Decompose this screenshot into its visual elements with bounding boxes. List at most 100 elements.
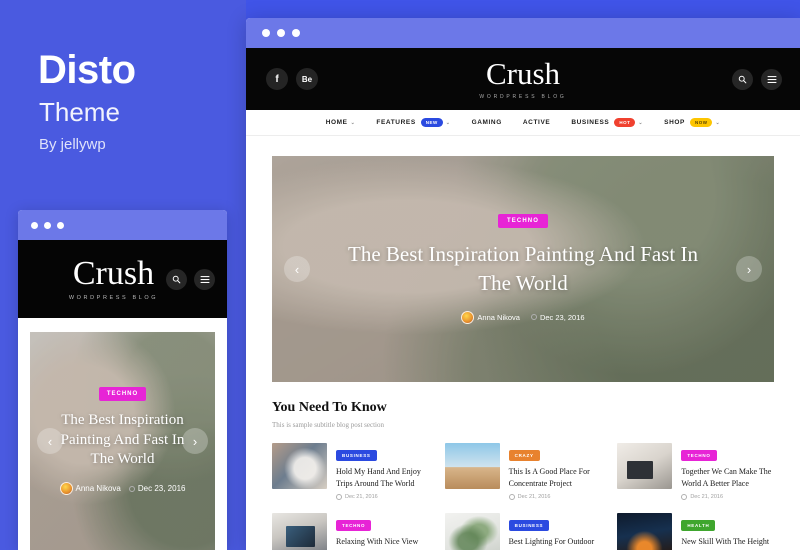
site-logo[interactable]: Crush WORDPRESS BLOG: [479, 58, 566, 100]
mobile-preview-window: Crush WORDPRESS BLOG ‹ › TECHNO The Best…: [18, 210, 227, 550]
nav-item-gaming[interactable]: GAMING: [472, 119, 502, 126]
post-date: Dec 21, 2016: [681, 494, 774, 501]
hero-prev-button[interactable]: ‹: [284, 256, 310, 282]
mobile-header-actions: [166, 268, 215, 290]
window-dot-maximize[interactable]: [57, 221, 64, 229]
nav-badge-new: NEW: [420, 118, 443, 127]
mobile-site-header: Crush WORDPRESS BLOG: [18, 240, 227, 318]
window-dot-close[interactable]: [31, 221, 38, 229]
blog-section: You Need To Know This is sample subtitle…: [246, 382, 800, 550]
post-title[interactable]: Relaxing With Nice View After Enjoy With…: [336, 536, 429, 550]
menu-button[interactable]: [761, 68, 782, 90]
mobile-body: ‹ › TECHNO The Best Inspiration Painting…: [18, 318, 227, 550]
main-navigation: HOME ⌄ FEATURES NEW ⌄ GAMING ACTIVE BUSI…: [246, 110, 800, 136]
list-item[interactable]: BUSINESS Hold My Hand And Enjoy Trips Ar…: [272, 443, 429, 501]
chevron-down-icon: ⌄: [350, 119, 356, 126]
post-category-badge[interactable]: BUSINESS: [336, 450, 377, 461]
mobile-hero-next-button[interactable]: ›: [182, 428, 208, 454]
site-header: f Be Crush WORDPRESS BLOG: [246, 48, 800, 110]
chevron-down-icon: ⌄: [638, 119, 644, 126]
mobile-hero-title[interactable]: The Best Inspiration Painting And Fast I…: [56, 411, 189, 470]
list-item[interactable]: CRAZY This Is A Good Place For Concentra…: [444, 443, 602, 501]
mobile-hero-meta: Anna Nikova Dec 23, 2016: [59, 482, 185, 496]
nav-item-shop[interactable]: SHOP NOW ⌄: [664, 118, 720, 127]
post-thumbnail[interactable]: [617, 443, 673, 489]
behance-icon[interactable]: Be: [296, 68, 318, 90]
nav-badge-now: NOW: [689, 118, 713, 127]
post-title[interactable]: Best Lighting For Outdoor Photo Shoot St…: [509, 536, 602, 550]
window-dot-minimize[interactable]: [44, 221, 51, 229]
mobile-window-titlebar: [18, 210, 227, 240]
nav-item-business[interactable]: BUSINESS HOT ⌄: [571, 118, 643, 127]
post-category-badge[interactable]: HEALTH: [681, 520, 716, 532]
mobile-hero-author[interactable]: Anna Nikova: [59, 482, 121, 496]
post-thumbnail[interactable]: [444, 443, 500, 489]
theme-subtitle: Theme: [39, 97, 120, 127]
list-item[interactable]: TECHNO Relaxing With Nice View After Enj…: [272, 513, 429, 550]
post-title[interactable]: This Is A Good Place For Concentrate Pro…: [509, 466, 602, 489]
post-thumbnail[interactable]: [444, 513, 500, 550]
hero-author-name: Anna Nikova: [477, 312, 520, 322]
nav-item-home-label: HOME: [325, 119, 348, 126]
mobile-logo-tagline: WORDPRESS BLOG: [68, 295, 159, 301]
post-date-text: Dec 21, 2016: [690, 494, 724, 501]
post-title[interactable]: Together We Can Make The World A Better …: [681, 466, 774, 489]
nav-item-features[interactable]: FEATURES NEW ⌄: [376, 118, 450, 127]
clock-icon: [128, 485, 135, 492]
nav-item-active[interactable]: ACTIVE: [523, 119, 550, 126]
nav-badge-hot: HOT: [614, 118, 636, 127]
mobile-logo-word: Crush: [72, 255, 155, 292]
clock-icon: [336, 494, 342, 501]
mobile-menu-button[interactable]: [194, 268, 215, 290]
section-title: You Need To Know: [272, 400, 387, 415]
hero-slide: ‹ › TECHNO The Best Inspiration Painting…: [272, 156, 774, 382]
facebook-icon[interactable]: f: [266, 68, 288, 90]
list-item[interactable]: BUSINESS Best Lighting For Outdoor Photo…: [444, 513, 602, 550]
post-thumbnail[interactable]: [272, 443, 327, 489]
post-thumbnail[interactable]: [272, 513, 327, 550]
mobile-hero-category-badge[interactable]: TECHNO: [98, 386, 147, 401]
mobile-logo[interactable]: Crush WORDPRESS BLOG: [68, 255, 159, 302]
post-date: Dec 21, 2016: [336, 494, 429, 501]
post-date-text: Dec 21, 2016: [345, 494, 378, 501]
chevron-right-icon: ›: [192, 433, 198, 449]
desktop-preview-window: f Be Crush WORDPRESS BLOG HOME ⌄ FEATURE…: [246, 18, 800, 550]
post-title[interactable]: Hold My Hand And Enjoy Trips Around The …: [336, 466, 429, 489]
header-actions: [732, 68, 782, 90]
post-grid: BUSINESS Hold My Hand And Enjoy Trips Ar…: [272, 443, 774, 550]
search-button[interactable]: [732, 68, 753, 90]
post-category-badge[interactable]: BUSINESS: [508, 520, 550, 532]
mobile-hero-prev-button[interactable]: ‹: [37, 428, 63, 454]
theme-name: Disto: [38, 48, 136, 92]
chevron-left-icon: ‹: [47, 433, 53, 449]
window-dot-close[interactable]: [262, 29, 270, 37]
social-links: f Be: [266, 68, 318, 90]
post-category-badge[interactable]: TECHNO: [681, 450, 717, 461]
list-item[interactable]: TECHNO Together We Can Make The World A …: [617, 443, 774, 501]
post-date-text: Dec 21, 2016: [517, 494, 551, 501]
window-dot-minimize[interactable]: [277, 29, 285, 37]
hero-category-badge[interactable]: TECHNO: [498, 214, 548, 229]
hero-author[interactable]: Anna Nikova: [461, 310, 520, 324]
avatar: [59, 482, 73, 496]
search-icon: [172, 275, 181, 283]
nav-item-shop-label: SHOP: [664, 119, 685, 126]
theme-author: By jellywp: [39, 136, 106, 153]
hero-date: Dec 23, 2016: [530, 313, 585, 322]
post-title[interactable]: New Skill With The Height Quality Camera…: [681, 536, 774, 550]
hero-next-button[interactable]: ›: [736, 256, 762, 282]
nav-item-home[interactable]: HOME ⌄: [326, 119, 356, 126]
avatar: [461, 310, 475, 324]
nav-item-active-label: ACTIVE: [522, 119, 551, 126]
site-logo-tagline: WORDPRESS BLOG: [479, 94, 567, 100]
post-category-badge[interactable]: CRAZY: [508, 450, 540, 461]
hamburger-icon: [200, 275, 209, 283]
mobile-search-button[interactable]: [166, 268, 187, 290]
mobile-hero-slide: ‹ › TECHNO The Best Inspiration Painting…: [30, 332, 215, 550]
list-item[interactable]: HEALTH New Skill With The Height Quality…: [617, 513, 774, 550]
hero-title[interactable]: The Best Inspiration Painting And Fast I…: [332, 240, 714, 298]
post-category-badge[interactable]: TECHNO: [336, 520, 372, 532]
hamburger-icon: [767, 75, 776, 83]
window-dot-maximize[interactable]: [292, 29, 300, 37]
post-thumbnail[interactable]: [617, 513, 673, 550]
